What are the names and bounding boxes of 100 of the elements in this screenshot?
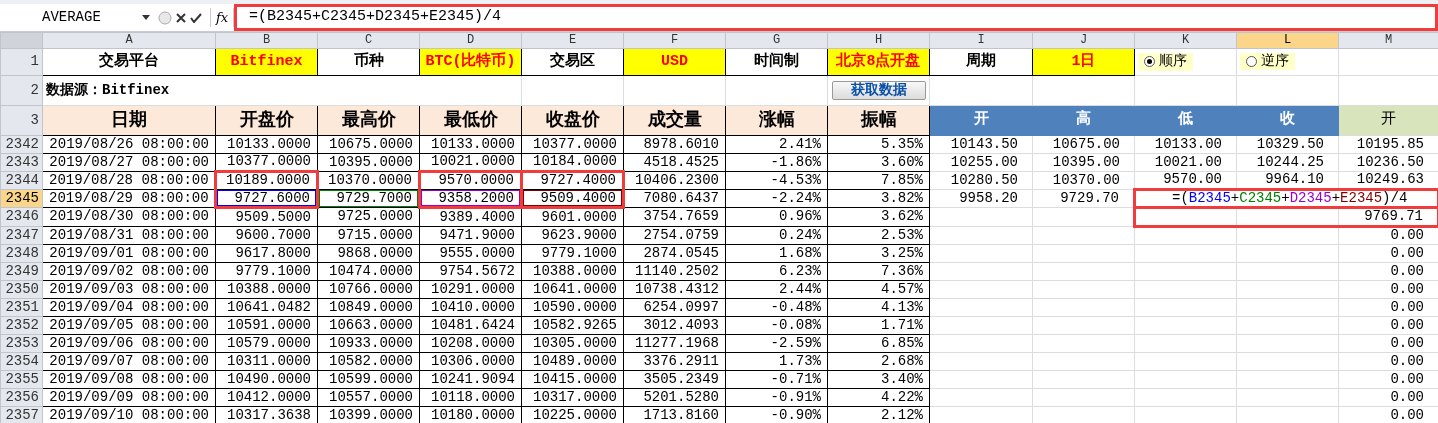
table-cell: -4.53% <box>725 171 828 190</box>
table-cell: 10489.0000 <box>521 352 624 371</box>
setting-value: USD <box>623 48 726 76</box>
column-heading: 开盘价 <box>215 105 318 136</box>
table-cell: 10244.25 <box>1236 153 1339 172</box>
table-cell: 2019/09/09 08:00:00 <box>42 388 216 407</box>
insert-function-button[interactable]: fx <box>210 7 234 28</box>
column-header[interactable]: J <box>1032 32 1135 49</box>
table-cell: 10641.0482 <box>215 298 318 317</box>
table-cell: 2019/09/04 08:00:00 <box>42 298 216 317</box>
table-cell: 9779.1000 <box>215 262 318 281</box>
table-cell: 10766.0000 <box>317 280 420 299</box>
cancel-icon[interactable] <box>176 12 186 23</box>
table-cell: 3012.4093 <box>623 316 726 335</box>
column-heading: 高 <box>1032 105 1135 136</box>
column-header[interactable]: G <box>725 32 828 49</box>
column-header[interactable]: H <box>827 32 930 49</box>
table-cell: 7.36% <box>827 262 930 281</box>
table-cell: 0.00 <box>1338 226 1438 245</box>
table-cell: 4.57% <box>827 280 930 299</box>
table-cell: 10933.0000 <box>317 334 420 353</box>
table-cell: 10317.0000 <box>521 388 624 407</box>
column-heading: 开 <box>1338 105 1438 136</box>
column-heading: 日期 <box>42 105 216 136</box>
table-cell: 10143.50 <box>929 135 1033 154</box>
table-cell: 2019/09/06 08:00:00 <box>42 334 216 353</box>
table-cell: 0.00 <box>1338 298 1438 317</box>
table-cell: 9754.5672 <box>419 262 522 281</box>
table-cell: 10118.0000 <box>419 388 522 407</box>
table-cell: 2.68% <box>827 352 930 371</box>
table-cell: 4.13% <box>827 298 930 317</box>
table-cell: 10370.00 <box>1032 171 1135 190</box>
row-header[interactable]: 2 <box>0 75 43 106</box>
radio-icon[interactable] <box>1144 56 1155 68</box>
setting-label: 交易区 <box>521 48 624 76</box>
name-box[interactable]: AVERAGE <box>42 7 101 28</box>
table-cell: 4.22% <box>827 388 930 407</box>
table-cell: 0.00 <box>1338 334 1438 353</box>
circle-icon <box>158 10 172 25</box>
table-cell: 10370.0000 <box>317 171 420 190</box>
table-cell: 3505.2349 <box>623 370 726 389</box>
column-header[interactable]: F <box>623 32 726 49</box>
table-cell: 2.41% <box>725 135 828 154</box>
table-cell: 9769.71 <box>1338 207 1438 227</box>
formula-input[interactable]: =(B2345+C2345+D2345+E2345)/4 <box>234 4 1438 31</box>
row-header[interactable]: 3 <box>0 105 43 136</box>
table-cell: 10189.0000 <box>215 171 318 190</box>
formula-edit-text[interactable]: =(B2345+C2345+D2345+E2345)/4 <box>1134 189 1438 208</box>
table-cell: 0.00 <box>1338 262 1438 281</box>
table-cell: 2019/09/05 08:00:00 <box>42 316 216 335</box>
dropdown-caret-icon[interactable] <box>142 15 150 20</box>
table-cell: 9715.0000 <box>317 226 420 245</box>
table-cell: 10241.9094 <box>419 370 522 389</box>
table-cell: -2.59% <box>725 334 828 353</box>
table-cell: 10255.00 <box>929 153 1033 172</box>
table-cell: 10582.0000 <box>317 352 420 371</box>
table-cell: 1.73% <box>725 352 828 371</box>
table-cell: 5201.5280 <box>623 388 726 407</box>
table-cell: 6.23% <box>725 262 828 281</box>
setting-label: 币种 <box>317 48 420 76</box>
column-header[interactable]: I <box>929 32 1033 49</box>
table-cell: 10582.9265 <box>521 316 624 335</box>
table-cell: 3.40% <box>827 370 930 389</box>
table-cell: 10395.0000 <box>317 153 420 172</box>
table-cell: 2754.0759 <box>623 226 726 245</box>
radio-option[interactable]: 顺序 <box>1138 53 1193 71</box>
radio-option[interactable]: 逆序 <box>1240 52 1295 71</box>
table-cell: 10641.0000 <box>521 280 624 299</box>
table-cell: 9727.6000 <box>215 189 318 208</box>
table-cell: 9509.4000 <box>521 189 624 208</box>
table-cell: 10591.0000 <box>215 316 318 335</box>
table-cell: 3754.7659 <box>623 207 726 227</box>
table-cell: 9509.5000 <box>215 207 318 227</box>
table-cell: 8978.6010 <box>623 135 726 154</box>
column-header[interactable]: A <box>42 32 216 49</box>
column-heading: 开 <box>929 105 1033 136</box>
table-cell: 9600.7000 <box>215 226 318 245</box>
radio-icon[interactable] <box>1246 55 1257 67</box>
table-cell: 0.00 <box>1338 370 1438 389</box>
column-header[interactable]: M <box>1338 32 1438 49</box>
table-cell: 9623.9000 <box>521 226 624 245</box>
table-cell: 10280.50 <box>929 171 1033 190</box>
confirm-icon[interactable] <box>190 12 202 23</box>
table-cell: 11277.1968 <box>623 334 726 353</box>
row-header[interactable]: 1 <box>0 48 43 76</box>
table-cell: 9725.0000 <box>317 207 420 227</box>
table-cell: -0.91% <box>725 388 828 407</box>
column-header[interactable]: D <box>419 32 522 49</box>
column-header[interactable]: K <box>1134 32 1237 49</box>
column-header[interactable]: E <box>521 32 624 49</box>
table-cell: 10490.0000 <box>215 370 318 389</box>
setting-label: 周期 <box>929 48 1033 76</box>
table-cell: 3.60% <box>827 153 930 172</box>
table-cell: 10599.0000 <box>317 370 420 389</box>
column-header[interactable]: L <box>1236 32 1339 49</box>
table-cell: 0.00 <box>1338 316 1438 335</box>
column-header[interactable]: C <box>317 32 420 49</box>
fetch-data-button[interactable]: 获取数据 <box>831 80 926 101</box>
setting-value: Bitfinex <box>215 48 318 76</box>
column-header[interactable]: B <box>215 32 318 49</box>
